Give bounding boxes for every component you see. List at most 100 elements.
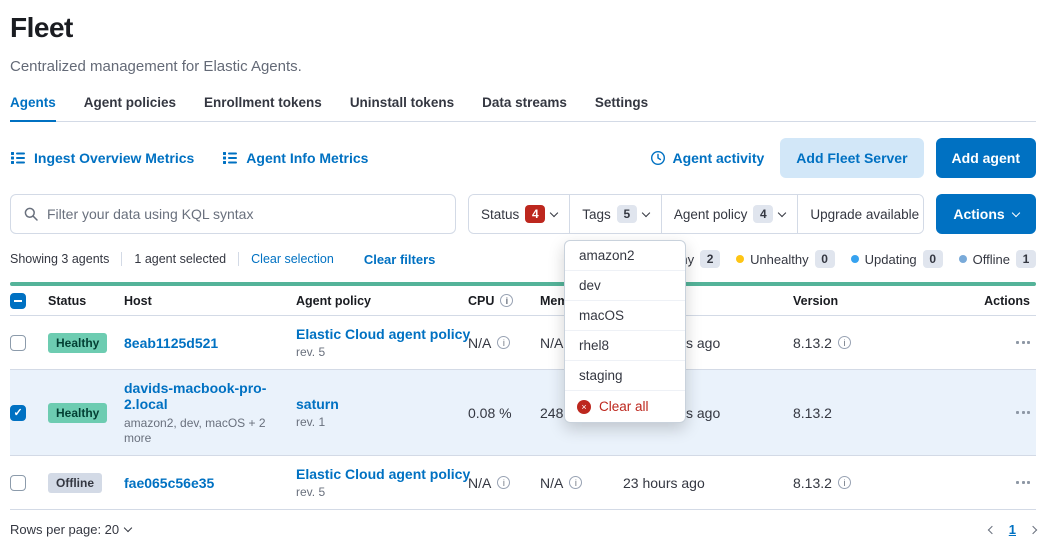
memory-value: 248 xyxy=(540,405,563,421)
tags-option-macos[interactable]: macOS xyxy=(565,301,685,331)
tab-uninstall-tokens[interactable]: Uninstall tokens xyxy=(350,89,454,121)
metrics-table-icon xyxy=(10,150,26,166)
column-header-status[interactable]: Status xyxy=(48,294,124,308)
agents-toolbar: Ingest Overview Metrics Agent Info Metri… xyxy=(10,138,1036,178)
column-header-agent-policy[interactable]: Agent policy xyxy=(296,294,468,308)
status-badge: Healthy xyxy=(48,403,107,423)
info-icon[interactable] xyxy=(497,476,510,489)
tab-agents[interactable]: Agents xyxy=(10,89,56,122)
previous-page-icon[interactable] xyxy=(988,525,996,533)
fleet-page: Fleet Centralized management for Elastic… xyxy=(0,0,1046,537)
info-icon[interactable] xyxy=(569,476,582,489)
host-link[interactable]: davids-macbook-pro-2.local xyxy=(124,380,290,412)
row-checkbox[interactable] xyxy=(10,335,26,351)
actions-button-label: Actions xyxy=(953,206,1004,222)
agents-selected-text: 1 agent selected xyxy=(134,252,226,266)
cpu-header-label: CPU xyxy=(468,294,494,308)
tab-enrollment-tokens[interactable]: Enrollment tokens xyxy=(204,89,322,121)
chevron-down-icon xyxy=(550,208,558,216)
cpu-value: N/A xyxy=(468,335,491,351)
clear-all-label: Clear all xyxy=(599,399,649,414)
chevron-down-icon xyxy=(642,208,650,216)
rows-per-page-selector[interactable]: Rows per page: 20 xyxy=(10,522,131,537)
actions-button[interactable]: Actions xyxy=(936,194,1036,234)
agent-policy-link[interactable]: Elastic Cloud agent policy xyxy=(296,466,470,482)
updating-stat: Updating 0 xyxy=(851,250,943,268)
row-checkbox[interactable] xyxy=(10,405,26,421)
page-number[interactable]: 1 xyxy=(1009,522,1016,537)
next-page-icon[interactable] xyxy=(1029,525,1037,533)
divider xyxy=(121,252,122,266)
agent-info-metrics-link[interactable]: Agent Info Metrics xyxy=(222,150,368,166)
cpu-value: 0.08 % xyxy=(468,405,512,421)
search-icon xyxy=(23,206,39,222)
cross-in-circle-icon xyxy=(577,400,591,414)
info-icon[interactable] xyxy=(838,476,851,489)
page-subtitle: Centralized management for Elastic Agent… xyxy=(10,58,1036,75)
clock-icon xyxy=(650,150,666,166)
unhealthy-count-badge: 0 xyxy=(815,250,835,268)
agent-policy-filter-button[interactable]: Agent policy 4 xyxy=(662,195,799,233)
memory-value: N/A xyxy=(540,335,563,351)
updating-count-badge: 0 xyxy=(923,250,943,268)
info-icon[interactable] xyxy=(497,336,510,349)
upgrade-available-filter-button[interactable]: Upgrade available xyxy=(798,195,924,233)
offline-dot-icon xyxy=(959,255,967,263)
search-input[interactable] xyxy=(47,206,443,222)
column-header-host[interactable]: Host xyxy=(124,294,296,308)
ingest-overview-metrics-link[interactable]: Ingest Overview Metrics xyxy=(10,150,194,166)
offline-label: Offline xyxy=(973,252,1010,267)
status-filter-button[interactable]: Status 4 xyxy=(469,195,570,233)
version-value: 8.13.2 xyxy=(793,335,832,351)
agent-health-stats: Healthy 2 Unhealthy 0 Updating 0 Offline… xyxy=(636,250,1036,268)
chevron-down-icon xyxy=(778,208,786,216)
table-row: Offline fae065c56e35 Elastic Cloud agent… xyxy=(10,456,1036,510)
chevron-down-icon xyxy=(124,524,132,532)
clear-filters-link[interactable]: Clear filters xyxy=(364,252,436,267)
tab-settings[interactable]: Settings xyxy=(595,89,648,121)
agent-policy-filter-label: Agent policy xyxy=(674,207,748,222)
clear-selection-link[interactable]: Clear selection xyxy=(251,252,334,266)
rows-per-page-label: Rows per page: 20 xyxy=(10,522,119,537)
host-link[interactable]: fae065c56e35 xyxy=(124,475,214,491)
tab-data-streams[interactable]: Data streams xyxy=(482,89,567,121)
clear-all-tags-button[interactable]: Clear all xyxy=(565,391,685,422)
tags-option-dev[interactable]: dev xyxy=(565,271,685,301)
kql-search-box xyxy=(10,194,456,234)
row-checkbox[interactable] xyxy=(10,475,26,491)
column-header-cpu[interactable]: CPU xyxy=(468,294,540,308)
tags-option-rhel8[interactable]: rhel8 xyxy=(565,331,685,361)
add-fleet-server-button[interactable]: Add Fleet Server xyxy=(780,138,923,178)
offline-count-badge: 1 xyxy=(1016,250,1036,268)
tags-option-amazon2[interactable]: amazon2 xyxy=(565,241,685,271)
tags-filter-dropdown: amazon2 dev macOS rhel8 staging Clear al… xyxy=(564,240,686,423)
policy-revision: rev. 5 xyxy=(296,485,325,499)
tags-filter-button[interactable]: Tags 5 xyxy=(570,195,662,233)
last-activity-value: 23 hours ago xyxy=(623,475,793,491)
select-all-checkbox[interactable] xyxy=(10,293,26,309)
status-badge: Healthy xyxy=(48,333,107,353)
tags-filter-label: Tags xyxy=(582,207,611,222)
add-agent-button[interactable]: Add agent xyxy=(936,138,1036,178)
agent-policy-filter-count-badge: 4 xyxy=(753,205,773,223)
updating-label: Updating xyxy=(865,252,917,267)
agent-policy-link[interactable]: saturn xyxy=(296,396,339,412)
info-icon[interactable] xyxy=(838,336,851,349)
cpu-value: N/A xyxy=(468,475,491,491)
agent-activity-link[interactable]: Agent activity xyxy=(650,150,764,166)
table-footer: Rows per page: 20 1 xyxy=(10,522,1036,537)
row-actions-menu-icon[interactable] xyxy=(1016,411,1030,414)
column-header-version[interactable]: Version xyxy=(793,294,943,308)
row-actions-menu-icon[interactable] xyxy=(1016,341,1030,344)
host-link[interactable]: 8eab1125d521 xyxy=(124,335,218,351)
host-tags-text: amazon2, dev, macOS + 2 more xyxy=(124,416,290,446)
add-agent-label: Add agent xyxy=(952,150,1020,166)
table-row: Healthy 8eab1125d521 Elastic Cloud agent… xyxy=(10,316,1036,370)
table-row: Healthy davids-macbook-pro-2.local amazo… xyxy=(10,370,1036,456)
info-icon[interactable] xyxy=(500,294,513,307)
selection-summary-bar: Showing 3 agents 1 agent selected Clear … xyxy=(10,249,1036,269)
tags-option-staging[interactable]: staging xyxy=(565,361,685,391)
agent-policy-link[interactable]: Elastic Cloud agent policy xyxy=(296,326,470,342)
tab-agent-policies[interactable]: Agent policies xyxy=(84,89,176,121)
row-actions-menu-icon[interactable] xyxy=(1016,481,1030,484)
